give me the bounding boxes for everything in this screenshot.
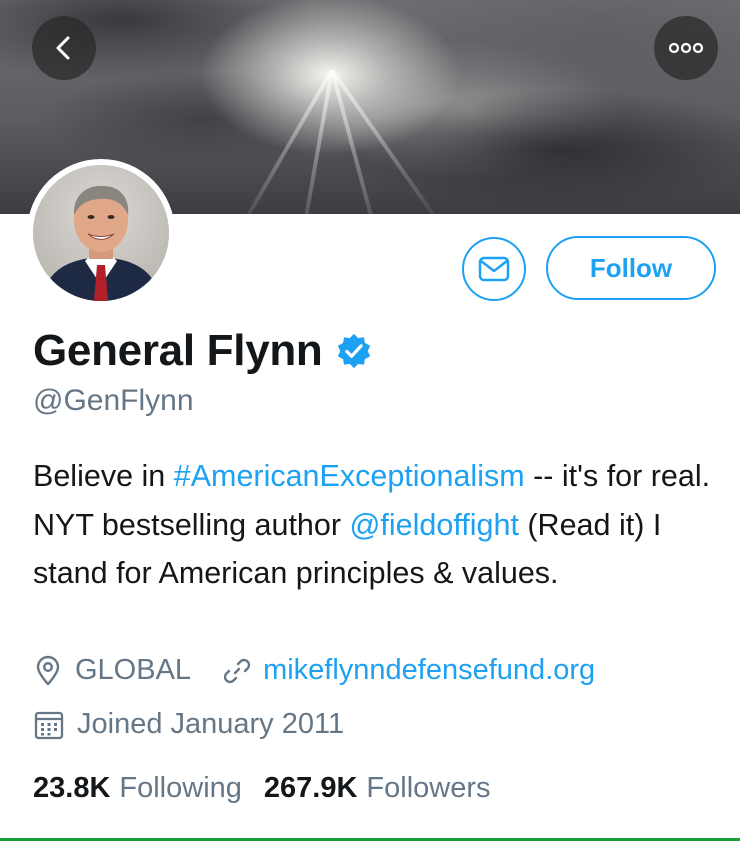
profile-handle: @GenFlynn <box>33 384 194 417</box>
profile-meta-location-website: GLOBAL mikeflynndefensefund.org <box>33 654 595 687</box>
following-stat[interactable]: 23.8K Following <box>33 772 242 805</box>
location-pin-icon <box>36 655 60 685</box>
follow-button[interactable]: Follow <box>546 236 716 300</box>
followers-count: 267.9K <box>263 772 358 804</box>
profile-location: GLOBAL <box>75 654 192 686</box>
profile-website-link[interactable]: mikeflynndefensefund.org <box>263 654 595 687</box>
followers-stat[interactable]: 267.9K Followers <box>264 772 491 805</box>
profile-joined-date: Joined January 2011 <box>77 708 345 740</box>
bio-text: Believe in <box>33 459 174 493</box>
profile-name: General Flynn <box>33 326 323 375</box>
profile-bio: Believe in #AmericanExceptionalism -- it… <box>33 452 723 598</box>
envelope-icon <box>478 256 510 282</box>
following-count: 23.8K <box>33 772 111 804</box>
followers-label: Followers <box>366 772 491 804</box>
profile-name-row: General Flynn <box>33 326 373 376</box>
link-icon <box>223 658 251 683</box>
bio-mention-link[interactable]: @fieldoffight <box>349 508 518 542</box>
profile-meta-joined: Joined January 2011 <box>33 708 344 741</box>
profile-stats: 23.8K Following 267.9K Followers <box>33 772 491 805</box>
more-icon <box>668 42 704 54</box>
more-options-button[interactable] <box>654 16 718 80</box>
following-label: Following <box>119 772 242 804</box>
verified-badge-icon <box>337 333 370 369</box>
avatar[interactable] <box>33 165 169 301</box>
back-button[interactable] <box>32 16 96 80</box>
calendar-icon <box>34 711 64 739</box>
bio-hashtag-link[interactable]: #AmericanExceptionalism <box>174 459 525 493</box>
message-button[interactable] <box>462 237 526 301</box>
chevron-left-icon <box>56 36 70 60</box>
avatar-frame <box>27 159 175 307</box>
